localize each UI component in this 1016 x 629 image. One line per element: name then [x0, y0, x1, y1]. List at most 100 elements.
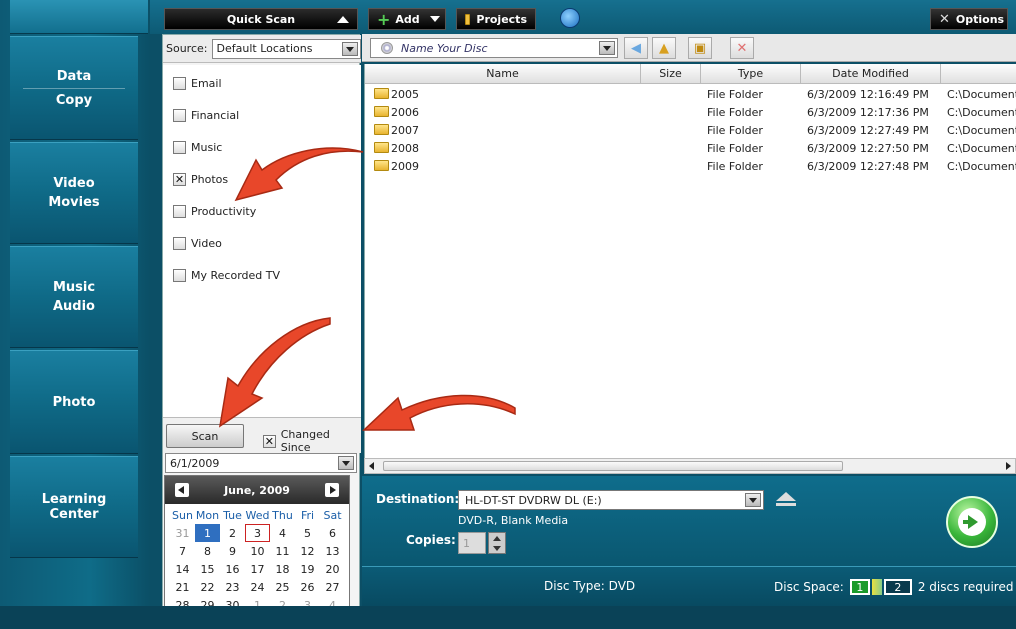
category-email[interactable]: Email: [173, 77, 222, 90]
nav-video-movies[interactable]: Video Movies: [10, 142, 138, 244]
copies-input[interactable]: 1: [458, 532, 486, 554]
checkbox[interactable]: [173, 205, 186, 218]
next-month-icon[interactable]: [325, 483, 339, 497]
eject-icon[interactable]: [776, 492, 796, 506]
column-size[interactable]: Size: [641, 64, 701, 84]
nav-learning-center[interactable]: Learning Center: [10, 456, 138, 558]
checkbox[interactable]: [173, 237, 186, 250]
checkbox-checked[interactable]: ✕: [173, 173, 186, 186]
calendar-day[interactable]: 18: [270, 560, 295, 578]
category-financial[interactable]: Financial: [173, 109, 239, 122]
add-button[interactable]: + Add: [368, 8, 446, 30]
column-name[interactable]: Name: [365, 64, 641, 84]
date-value: 6/1/2009: [170, 456, 220, 470]
calendar-day[interactable]: 13: [320, 542, 345, 560]
calendar-day[interactable]: 5: [295, 524, 320, 542]
file-path: C:\Documents: [947, 142, 1016, 155]
date-picker-input[interactable]: 6/1/2009: [165, 453, 357, 473]
burn-go-button[interactable]: [946, 496, 998, 548]
nav-photo[interactable]: Photo: [10, 350, 138, 454]
calendar-day[interactable]: 4: [270, 524, 295, 542]
scan-button[interactable]: Scan: [166, 424, 244, 448]
dropdown-arrow-icon[interactable]: [342, 41, 358, 56]
checkbox[interactable]: [173, 141, 186, 154]
checkbox[interactable]: [173, 109, 186, 122]
calendar-day[interactable]: 17: [245, 560, 270, 578]
calendar-day[interactable]: 14: [170, 560, 195, 578]
file-row[interactable]: 2006 File Folder 6/3/2009 12:17:36 PM C:\Do…: [365, 104, 1016, 122]
scroll-thumb[interactable]: [383, 461, 843, 471]
calendar-dow: Wed: [245, 508, 270, 522]
projects-button[interactable]: Projects: [456, 8, 536, 30]
source-select[interactable]: Default Locations: [211, 38, 361, 59]
date-dropdown-icon[interactable]: [338, 456, 354, 470]
calendar-day[interactable]: 23: [220, 578, 245, 596]
dropdown-arrow-icon[interactable]: [599, 41, 615, 55]
calendar-day[interactable]: 20: [320, 560, 345, 578]
file-row[interactable]: 2007 File Folder 6/3/2009 12:27:49 PM C:\Do…: [365, 122, 1016, 140]
calendar-day[interactable]: 31: [170, 524, 195, 542]
changed-since-option[interactable]: ✕ Changed Since: [263, 428, 361, 454]
column-name-label: Name: [486, 67, 519, 80]
calendar-day[interactable]: 8: [195, 542, 220, 560]
calendar-day[interactable]: 12: [295, 542, 320, 560]
scroll-left-icon[interactable]: [369, 462, 374, 470]
file-row[interactable]: 2009 File Folder 6/3/2009 12:27:48 PM C:\Do…: [365, 158, 1016, 176]
category-productivity[interactable]: Productivity: [173, 205, 256, 218]
calendar-day[interactable]: 15: [195, 560, 220, 578]
file-type: File Folder: [707, 142, 763, 155]
copies-stepper[interactable]: [488, 532, 506, 554]
file-row[interactable]: 2008 File Folder 6/3/2009 12:27:50 PM C:\Do…: [365, 140, 1016, 158]
nav-music-audio[interactable]: Music Audio: [10, 246, 138, 348]
calendar-day[interactable]: 3: [245, 524, 270, 542]
checkbox[interactable]: [173, 269, 186, 282]
calendar-day[interactable]: 10: [245, 542, 270, 560]
tools-icon: ✕: [939, 11, 950, 27]
nav-learning-center-line2: Center: [49, 507, 99, 522]
folder-icon: [374, 160, 389, 171]
back-arrow-icon[interactable]: ◀: [624, 37, 648, 59]
file-row[interactable]: 2005 File Folder 6/3/2009 12:16:49 PM C:\Do…: [365, 86, 1016, 104]
calendar-day[interactable]: 9: [220, 542, 245, 560]
disc-name-input[interactable]: Name Your Disc: [370, 38, 618, 58]
changed-since-checkbox[interactable]: ✕: [263, 434, 276, 448]
horizontal-scrollbar[interactable]: [364, 458, 1016, 474]
destination-select[interactable]: HL-DT-ST DVDRW DL (E:): [458, 490, 764, 510]
calendar-day[interactable]: 7: [170, 542, 195, 560]
calendar-day[interactable]: 25: [270, 578, 295, 596]
prev-month-icon[interactable]: [175, 483, 189, 497]
column-extra[interactable]: [941, 64, 1016, 84]
options-button[interactable]: ✕ Options: [930, 8, 1008, 30]
status-bar: Disc Type: DVD Disc Space: 1 2 2 discs r…: [362, 566, 1016, 606]
calendar-day[interactable]: 11: [270, 542, 295, 560]
nav-data-copy[interactable]: Data Copy: [10, 36, 138, 140]
calendar-day[interactable]: 2: [220, 524, 245, 542]
scroll-right-icon[interactable]: [1006, 462, 1011, 470]
new-folder-icon[interactable]: ▣: [688, 37, 712, 59]
calendar-day[interactable]: 19: [295, 560, 320, 578]
update-globe-icon[interactable]: [560, 8, 580, 28]
up-folder-icon[interactable]: ▲: [652, 37, 676, 59]
category-recorded-tv[interactable]: My Recorded TV: [173, 269, 280, 282]
calendar-day[interactable]: 1: [195, 524, 220, 542]
calendar-day[interactable]: 24: [245, 578, 270, 596]
delete-icon[interactable]: ✕: [730, 37, 754, 59]
column-type[interactable]: Type: [701, 64, 801, 84]
calendar-title: June, 2009: [224, 483, 290, 497]
calendar-day[interactable]: 22: [195, 578, 220, 596]
calendar-day[interactable]: 26: [295, 578, 320, 596]
category-photos[interactable]: ✕ Photos: [173, 173, 228, 186]
projects-label: Projects: [476, 12, 527, 26]
quick-scan-header[interactable]: Quick Scan: [164, 8, 358, 30]
calendar-day[interactable]: 6: [320, 524, 345, 542]
dropdown-arrow-icon[interactable]: [745, 493, 761, 507]
calendar-day[interactable]: 21: [170, 578, 195, 596]
calendar-day[interactable]: 16: [220, 560, 245, 578]
category-video[interactable]: Video: [173, 237, 222, 250]
category-music[interactable]: Music: [173, 141, 222, 154]
options-label: Options: [955, 12, 1005, 26]
calendar-day[interactable]: 27: [320, 578, 345, 596]
checkbox[interactable]: [173, 77, 186, 90]
file-type: File Folder: [707, 124, 763, 137]
column-date[interactable]: Date Modified: [801, 64, 941, 84]
